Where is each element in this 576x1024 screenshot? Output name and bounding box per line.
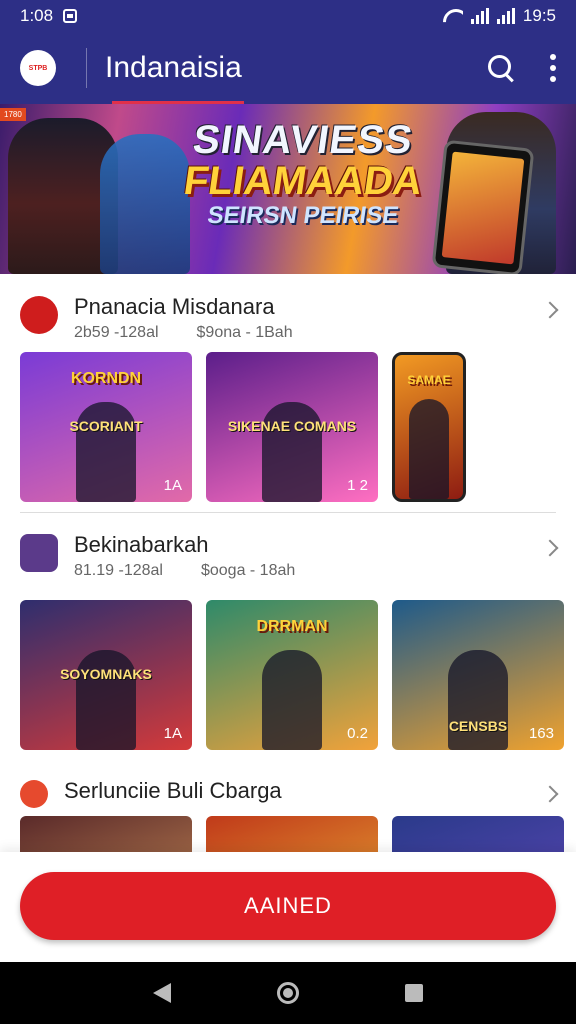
section-meta-2: $9ona - 1Bah bbox=[196, 324, 293, 341]
game-thumbnail[interactable]: KORNDN SCORIANT 1A bbox=[20, 352, 192, 502]
game-thumbnail[interactable] bbox=[392, 816, 564, 856]
game-thumbnail[interactable]: DRRMAN 0.2 bbox=[206, 600, 378, 750]
game-thumbnail[interactable]: SAMAE bbox=[392, 352, 466, 502]
game-thumbnail[interactable] bbox=[206, 816, 378, 856]
bottom-action-area: AAINED bbox=[0, 852, 576, 962]
game-thumbnail[interactable]: SOYOMNAKS 1A bbox=[20, 600, 192, 750]
section-meta-1: 81.19 -128al bbox=[74, 562, 163, 579]
home-icon[interactable] bbox=[277, 982, 299, 1004]
section-title: Serlunciie Buli Cbarga bbox=[64, 778, 282, 803]
section-3: Serlunciie Buli Cbarga bbox=[0, 778, 576, 808]
thumbnail-character bbox=[76, 650, 136, 750]
recents-icon[interactable] bbox=[405, 984, 423, 1002]
section-2: Bekinabarkah 81.19 -128al $ooga - 18ah bbox=[0, 532, 576, 580]
section-1: Pnanacia Misdanara 2b59 -128al $9ona - 1… bbox=[0, 294, 576, 342]
thumbnail-character bbox=[76, 402, 136, 502]
app-bar: STPB Indanaisia bbox=[0, 32, 576, 104]
thumbnail-character bbox=[448, 650, 508, 750]
section-header[interactable]: Pnanacia Misdanara 2b59 -128al $9ona - 1… bbox=[0, 294, 576, 342]
section-logo-icon bbox=[20, 296, 58, 334]
search-icon[interactable] bbox=[486, 53, 516, 83]
banner-phone-image bbox=[431, 139, 535, 274]
banner-tag: 1780 bbox=[0, 108, 26, 121]
banner-headline: SINAVIESS FLIAMAADA SEIRSN PEIRISE bbox=[168, 118, 438, 230]
thumb-row-1: KORNDN SCORIANT 1A SIKENAE COMANS 1 2 SA… bbox=[20, 352, 466, 502]
wifi-icon bbox=[443, 9, 463, 23]
thumb-row-3 bbox=[20, 816, 564, 856]
section-header[interactable]: Bekinabarkah 81.19 -128al $ooga - 18ah bbox=[0, 532, 576, 580]
thumbnail-character bbox=[409, 399, 449, 499]
status-time: 1:08 bbox=[20, 6, 54, 25]
thumbnail-character bbox=[262, 650, 322, 750]
thumbnail-title: SAMAE bbox=[407, 373, 451, 387]
app-bar-divider bbox=[86, 48, 87, 88]
chevron-right-icon[interactable] bbox=[541, 539, 559, 557]
app-title: Indanaisia bbox=[105, 51, 242, 84]
primary-action-button[interactable]: AAINED bbox=[20, 872, 556, 940]
section-meta-1: 2b59 -128al bbox=[74, 324, 159, 341]
thumbnail-caption: SOYOMNAKS bbox=[60, 666, 152, 682]
more-options-icon[interactable] bbox=[550, 54, 556, 82]
signal-icon-secondary bbox=[496, 8, 515, 24]
section-title: Pnanacia Misdanara bbox=[74, 294, 275, 319]
section-logo-icon bbox=[20, 534, 58, 572]
chevron-right-icon[interactable] bbox=[541, 785, 559, 803]
thumbnail-count: 1 2 bbox=[347, 477, 368, 494]
notification-icon bbox=[63, 9, 78, 23]
chevron-right-icon[interactable] bbox=[541, 301, 559, 319]
game-thumbnail[interactable] bbox=[20, 816, 192, 856]
banner-line-1: SINAVIESS bbox=[190, 118, 416, 162]
signal-icon bbox=[470, 8, 489, 24]
thumbnail-count: 0.2 bbox=[347, 725, 368, 742]
thumbnail-title: KORNDN bbox=[70, 370, 142, 387]
thumb-row-2: SOYOMNAKS 1A DRRMAN 0.2 CENSBS 163 bbox=[20, 600, 564, 750]
app-logo[interactable]: STPB bbox=[20, 50, 56, 86]
banner-line-3: SEIRSN PEIRISE bbox=[205, 202, 401, 229]
thumbnail-count: 1A bbox=[163, 477, 182, 494]
section-divider bbox=[20, 512, 556, 513]
banner-line-2: FLIAMAADA bbox=[181, 159, 426, 203]
thumbnail-title: DRRMAN bbox=[256, 618, 328, 635]
section-logo-icon bbox=[20, 780, 48, 808]
promo-banner[interactable]: 1780 SINAVIESS FLIAMAADA SEIRSN PEIRISE bbox=[0, 104, 576, 274]
thumbnail-character bbox=[262, 402, 322, 502]
section-title: Bekinabarkah bbox=[74, 532, 209, 557]
thumbnail-count: 1A bbox=[163, 725, 182, 742]
game-thumbnail[interactable]: SIKENAE COMANS 1 2 bbox=[206, 352, 378, 502]
thumbnail-count: 163 bbox=[528, 725, 554, 742]
thumbnail-caption: SCORIANT bbox=[69, 418, 143, 434]
section-header[interactable]: Serlunciie Buli Cbarga bbox=[0, 778, 576, 808]
back-icon[interactable] bbox=[153, 983, 171, 1003]
thumbnail-caption: SIKENAE COMANS bbox=[227, 418, 357, 434]
status-clock: 19:5 bbox=[522, 6, 556, 25]
section-meta-2: $ooga - 18ah bbox=[200, 562, 296, 579]
game-thumbnail[interactable]: CENSBS 163 bbox=[392, 600, 564, 750]
status-bar: 1:08 19:5 bbox=[0, 0, 576, 32]
system-nav-bar bbox=[0, 962, 576, 1024]
